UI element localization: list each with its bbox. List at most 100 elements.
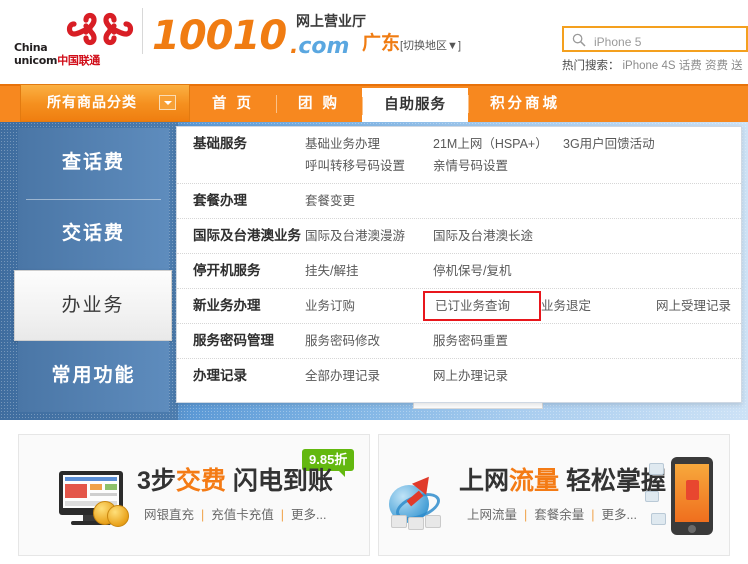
service-sidebar: 查话费 交话费 办业务 常用功能 <box>14 128 172 413</box>
panel-category-label: 服务密码管理 <box>193 333 274 348</box>
phone-screen <box>675 464 709 522</box>
hot-search: 热门搜索： iPhone 4S 话费 资费 送 <box>562 60 743 72</box>
brand-dotcom: .com <box>290 34 350 59</box>
unicom-knot-logo-icon <box>66 12 134 46</box>
panel-link[interactable]: 网上办理记录 <box>433 365 563 387</box>
panel-row-package: 套餐办理 套餐变更 <box>177 184 741 219</box>
hot-search-keywords[interactable]: iPhone 4S 话费 资费 送 <box>623 60 743 72</box>
panel-link[interactable]: 国际及台港澳漫游 <box>305 225 433 247</box>
sidebar-item-label: 查话费 <box>61 152 125 173</box>
panel-row-records: 办理记录 全部办理记录 网上办理记录 <box>177 359 741 393</box>
brand-dotcom-text: com <box>298 34 350 59</box>
panel-category-label: 办理记录 <box>193 368 247 383</box>
envelope-icon <box>645 491 659 502</box>
page-root: China unicom中国联通 10010 网上营业厅 .com 广东 [切换… <box>0 0 748 564</box>
brand-number: 10010 <box>152 13 287 59</box>
promo-link-card-recharge[interactable]: 充值卡充值 <box>211 508 274 522</box>
panel-link[interactable]: 网上受理记录 <box>656 295 731 317</box>
panel-link[interactable]: 服务密码重置 <box>433 330 563 352</box>
service-dropdown-panel: 基础服务 基础业务办理 21M上网（HSPA+） 3G用户回馈活动 呼叫转移号码… <box>176 126 742 403</box>
hot-search-label: 热门搜索： <box>562 60 620 72</box>
all-categories-label: 所有商品分类 <box>47 94 137 110</box>
panel-row-password: 服务密码管理 服务密码修改 服务密码重置 <box>177 324 741 359</box>
panel-category-label: 停开机服务 <box>193 263 261 278</box>
region-switch-link[interactable]: [切换地区▼] <box>400 41 461 52</box>
search-box[interactable] <box>562 26 748 52</box>
unicom-logo-text: China unicom中国联通 <box>14 42 100 66</box>
panel-row-international: 国际及台港澳业务 国际及台港澳漫游 国际及台港澳长途 <box>177 219 741 254</box>
panel-category-label: 套餐办理 <box>193 193 247 208</box>
envelope-icon <box>651 513 666 525</box>
panel-link[interactable]: 呼叫转移号码设置 <box>305 155 433 177</box>
promo-link-more[interactable]: 更多... <box>291 508 326 522</box>
promo-title-highlight: 交费 <box>175 467 226 495</box>
panel-link-subscribed-query-highlighted[interactable]: 已订业务查询 <box>423 291 541 321</box>
all-categories-button[interactable]: 所有商品分类 <box>20 84 190 122</box>
promo-banners: 9.85折 3步交费 闪电到账 网银直充 | 充值卡充值 | 更多... 上网流量 轻松… <box>18 434 730 556</box>
promo-links: 网银直充 | 充值卡充值 | 更多... <box>144 508 327 522</box>
panel-links: 挂失/解挂 停机保号/复机 <box>305 260 741 282</box>
promo-banner-data-usage[interactable]: 上网流量 轻松掌握 上网流量 | 套餐余量 | 更多... <box>378 434 730 556</box>
keyboard-key <box>425 515 441 528</box>
unicom-logo[interactable]: China unicom中国联通 <box>14 12 139 66</box>
sidebar-item-label: 办业务 <box>61 295 125 316</box>
panel-link[interactable]: 国际及台港澳长途 <box>433 225 563 247</box>
promo-title-part1: 上网 <box>459 467 510 495</box>
panel-link[interactable]: 21M上网（HSPA+） <box>433 133 563 155</box>
panel-link[interactable]: 挂失/解挂 <box>305 260 433 282</box>
panel-category-label: 新业务办理 <box>193 298 261 313</box>
logo-line-2: unicom <box>14 54 58 67</box>
panel-link[interactable]: 3G用户回馈活动 <box>563 133 655 155</box>
panel-links: 全部办理记录 网上办理记录 <box>305 365 741 387</box>
panel-link[interactable]: 全部办理记录 <box>305 365 433 387</box>
promo-title-highlight: 流量 <box>509 467 560 495</box>
panel-link[interactable]: 业务退定 <box>541 295 656 317</box>
keyboard-key <box>408 517 424 530</box>
panel-link[interactable]: 停机保号/复机 <box>433 260 563 282</box>
promo-link-bank-recharge[interactable]: 网银直充 <box>144 508 194 522</box>
promo-link-more[interactable]: 更多... <box>602 508 637 522</box>
keyboard-key <box>391 515 407 528</box>
promo-link-package-balance[interactable]: 套餐余量 <box>534 508 584 522</box>
panel-row-new-business: 新业务办理 业务订购 已订业务查询 业务退定 网上受理记录 <box>177 289 741 324</box>
phone-icon <box>645 457 715 537</box>
promo-banner-recharge[interactable]: 9.85折 3步交费 闪电到账 网银直充 | 充值卡充值 | 更多... <box>18 434 370 556</box>
brand-subtitle: 网上营业厅 <box>296 13 366 29</box>
nav-items: 首 页 团 购 自助服务 积分商城 <box>190 86 582 122</box>
coin-icon <box>107 505 129 527</box>
logo-chinese: 中国联通 <box>57 54 100 67</box>
nav-item-pointsmall[interactable]: 积分商城 <box>468 86 582 122</box>
panel-link[interactable]: 业务订购 <box>305 295 433 317</box>
nav-item-home[interactable]: 首 页 <box>190 86 276 122</box>
sidebar-item-check-bill[interactable]: 查话费 <box>18 128 169 199</box>
panel-link[interactable]: 基础业务办理 <box>305 133 433 155</box>
panel-links: 服务密码修改 服务密码重置 <box>305 330 741 352</box>
site-header: China unicom中国联通 10010 网上营业厅 .com 广东 [切换… <box>0 0 748 78</box>
panel-link[interactable]: 服务密码修改 <box>305 330 433 352</box>
sidebar-item-label: 交话费 <box>61 223 125 244</box>
logo-divider <box>142 8 143 54</box>
panel-links: 业务订购 已订业务查询 业务退定 网上受理记录 <box>305 291 741 321</box>
monitor-coins-icon <box>59 471 129 527</box>
nav-item-groupbuy[interactable]: 团 购 <box>276 86 362 122</box>
panel-links: 套餐变更 <box>305 190 741 212</box>
envelope-icon <box>649 463 664 475</box>
promo-link-data-usage[interactable]: 上网流量 <box>467 508 517 522</box>
search-input[interactable] <box>592 32 746 52</box>
nav-item-selfservice[interactable]: 自助服务 <box>362 88 469 122</box>
panel-links: 国际及台港澳漫游 国际及台港澳长途 <box>305 225 741 247</box>
phone-body <box>671 457 713 535</box>
chevron-down-icon[interactable] <box>159 95 176 110</box>
promo-title-part2: 闪电到账 <box>225 467 333 495</box>
sidebar-item-do-business[interactable]: 办业务 <box>14 270 172 341</box>
sidebar-item-common-functions[interactable]: 常用功能 <box>18 341 169 412</box>
region-name[interactable]: 广东 <box>362 34 400 53</box>
promo-title: 上网流量 轻松掌握 <box>459 469 666 494</box>
promo-title-part1: 3步 <box>137 467 176 495</box>
sidebar-item-pay-bill[interactable]: 交话费 <box>18 199 169 270</box>
panel-link[interactable]: 套餐变更 <box>305 190 433 212</box>
panel-links: 基础业务办理 21M上网（HSPA+） 3G用户回馈活动 呼叫转移号码设置 亲情… <box>305 133 741 177</box>
panel-link[interactable]: 亲情号码设置 <box>433 155 563 177</box>
main-nav: 所有商品分类 首 页 团 购 自助服务 积分商城 <box>0 84 748 122</box>
sidebar-item-label: 常用功能 <box>51 365 136 386</box>
